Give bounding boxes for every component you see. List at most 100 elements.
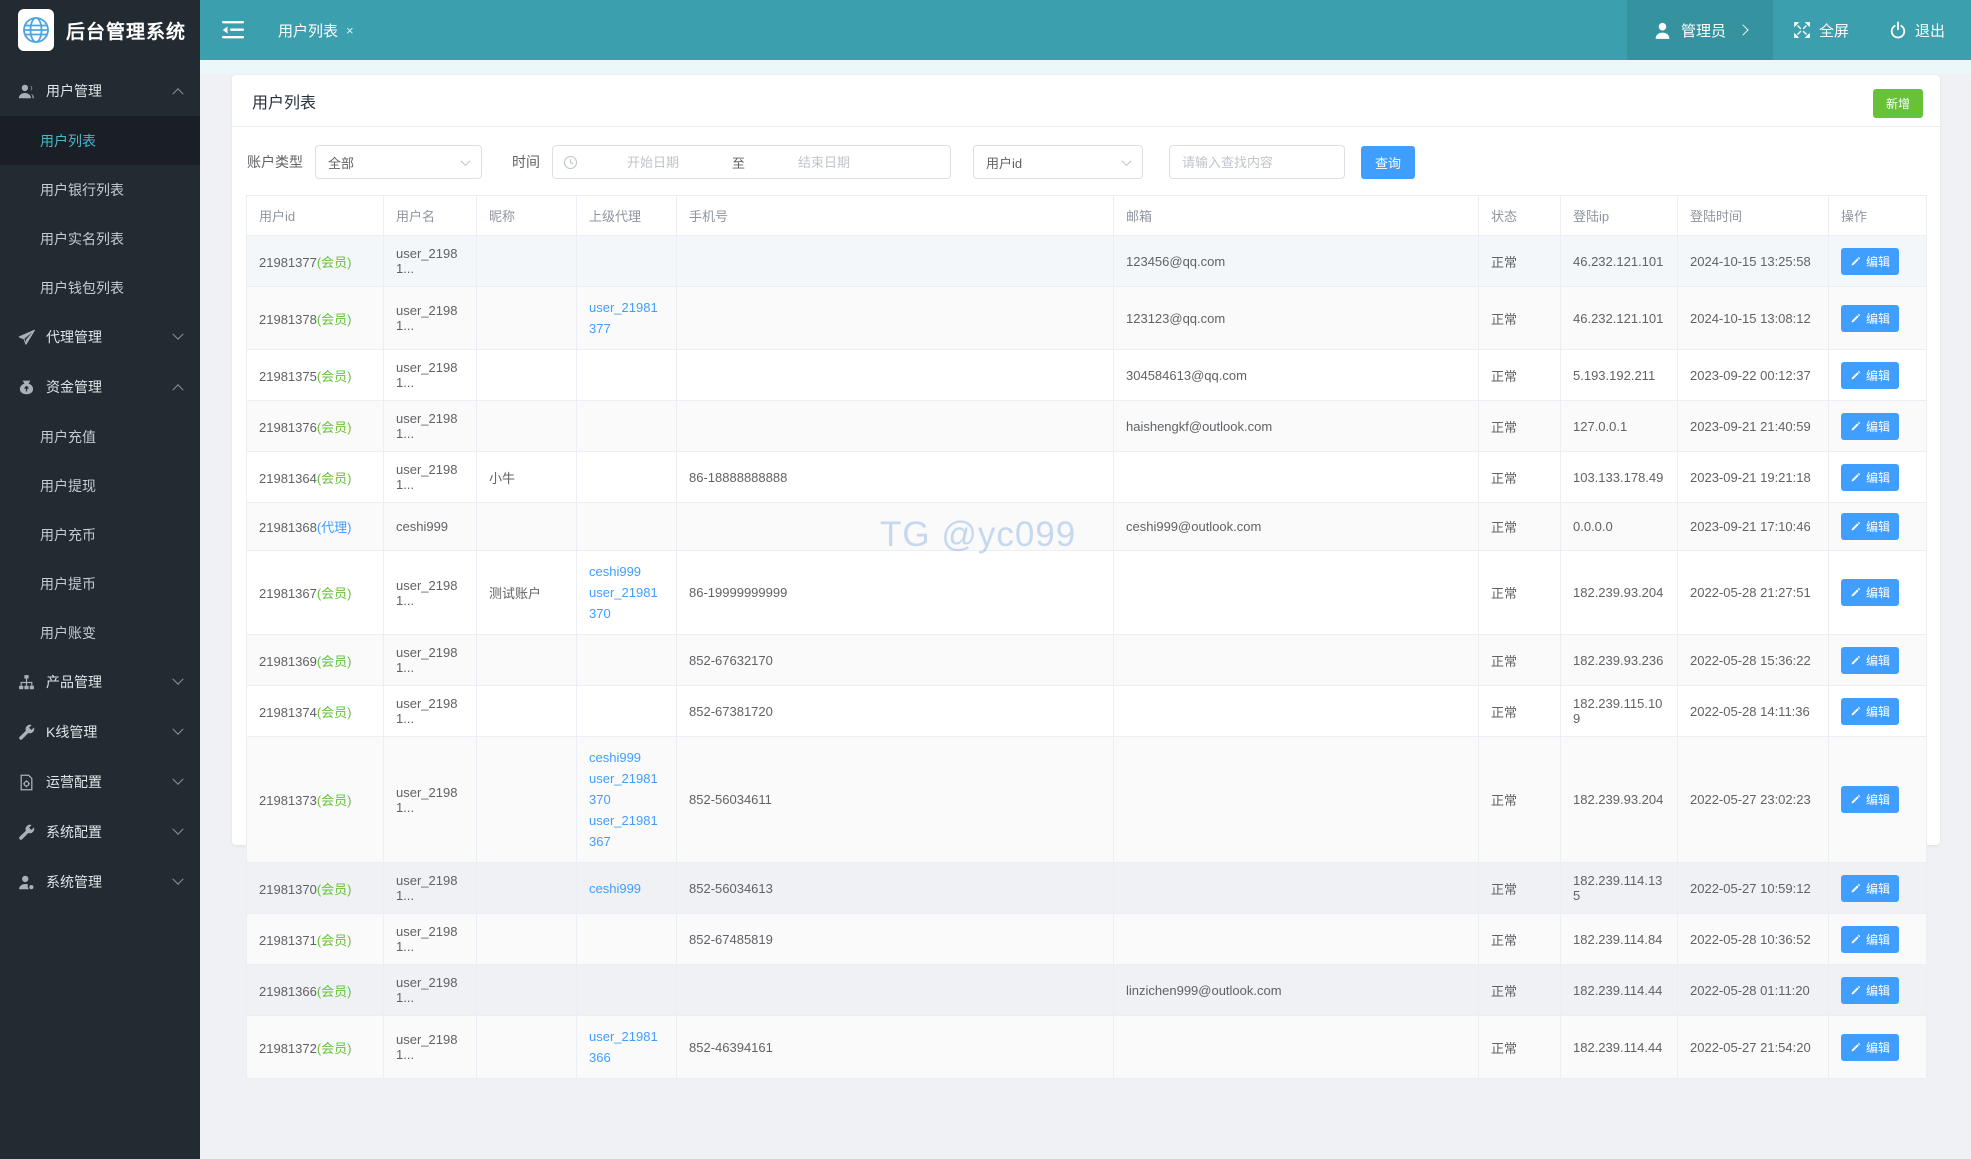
edit-button[interactable]: 编辑 [1841,247,1900,275]
sidebar-item-user-deposit-coin[interactable]: 用户充币 [0,510,200,559]
query-button[interactable]: 查询 [1361,145,1416,179]
globe-logo [18,9,54,51]
agent-link[interactable]: user_21981366 [589,1026,664,1068]
agent-link[interactable]: user_21981367 [589,810,664,852]
edit-button[interactable]: 编辑 [1841,579,1900,606]
fullscreen-button[interactable]: 全屏 [1773,0,1869,60]
start-date-input[interactable] [578,154,728,170]
status-cell: 正常 [1478,736,1561,863]
email-cell: ceshi999@outlook.com [1113,502,1479,551]
admin-menu[interactable]: 管理员 [1626,0,1773,60]
agent-link[interactable]: user_21981370 [589,582,664,624]
date-range-picker[interactable]: 至 [552,145,951,179]
user-id: 21981374 [259,704,317,720]
sidebar-item-user-realname-list[interactable]: 用户实名列表 [0,214,200,263]
agent-link[interactable]: user_21981377 [589,297,664,339]
nickname-cell [476,400,577,452]
paper-plane-icon [18,329,35,346]
login-ip-cell: 182.239.114.135 [1560,862,1678,914]
menu-fold-icon[interactable] [222,20,246,40]
sidebar-item-user-bank-list[interactable]: 用户银行列表 [0,165,200,214]
pencil-icon [1851,587,1861,597]
action-cell: 编辑 [1828,286,1927,350]
edit-button[interactable]: 编辑 [1841,925,1900,953]
sidebar-item-product-management[interactable]: 产品管理 [0,657,200,707]
table-row: 21981378(会员) user_21981... user_21981377… [246,286,1927,350]
sidebar-item-system-management[interactable]: 系统管理 [0,857,200,907]
edit-label: 编辑 [1866,586,1891,600]
edit-button[interactable]: 编辑 [1841,697,1900,725]
sidebar-item-kline-management[interactable]: K线管理 [0,707,200,757]
table-row: 21981367(会员) user_21981... 测试账户 ceshi999… [246,550,1927,635]
login-time-cell: 2023-09-21 19:21:18 [1677,451,1829,503]
nickname-cell [476,235,577,287]
login-time-cell: 2022-05-28 10:36:52 [1677,913,1829,965]
column-header: 登陆时间 [1677,195,1829,236]
sidebar-item-system-config[interactable]: 系统配置 [0,807,200,857]
search-field-value: 用户id [986,155,1023,171]
agent-link[interactable]: ceshi999 [589,878,664,899]
action-cell: 编辑 [1828,634,1927,686]
add-button[interactable]: 新增 [1872,89,1923,118]
pencil-icon [1851,1042,1861,1051]
table-header-row: 用户id 用户名 昵称 上级代理 手机号 邮箱 状态 登陆ip 登陆时间 操作 [246,195,1927,236]
sidebar-subitem-label: 用户列表 [40,132,96,149]
agent-link[interactable]: ceshi999 [589,747,664,768]
user-type-tag: (会员) [316,368,352,384]
agent-link[interactable]: user_21981370 [589,768,664,810]
logout-button[interactable]: 退出 [1869,0,1971,60]
search-input[interactable] [1169,145,1345,179]
sidebar-item-agent-management[interactable]: 代理管理 [0,312,200,362]
email-cell: 123123@qq.com [1113,286,1479,350]
tab-user-list[interactable]: 用户列表 × [278,20,354,41]
account-type-value: 全部 [328,155,355,171]
edit-button[interactable]: 编辑 [1841,976,1900,1004]
search-field-select[interactable]: 用户id [973,145,1143,179]
sidebar-item-operation-config[interactable]: 运营配置 [0,757,200,807]
sidebar-item-user-recharge[interactable]: 用户充值 [0,412,200,461]
pencil-icon [1851,985,1861,994]
edit-button[interactable]: 编辑 [1841,513,1900,540]
edit-button[interactable]: 编辑 [1841,304,1900,332]
edit-button[interactable]: 编辑 [1841,463,1900,491]
login-ip-cell: 103.133.178.49 [1560,451,1678,503]
edit-button[interactable]: 编辑 [1841,874,1900,902]
email-cell [1113,736,1479,863]
chevron-down-icon [172,723,184,735]
edit-label: 编辑 [1866,1040,1891,1055]
edit-button[interactable]: 编辑 [1841,1033,1900,1061]
status-cell: 正常 [1478,400,1561,452]
username-cell: user_21981... [383,685,477,737]
edit-button[interactable]: 编辑 [1841,412,1900,440]
close-icon[interactable]: × [346,23,354,38]
card-header: 用户列表 [232,75,1940,127]
email-cell [1113,913,1479,965]
pencil-icon [1851,472,1861,481]
login-time-cell: 2023-09-21 21:40:59 [1677,400,1829,452]
phone-cell: 852-46394161 [676,1015,1114,1079]
agent-link[interactable]: ceshi999 [589,561,664,582]
edit-button[interactable]: 编辑 [1841,361,1900,389]
login-ip-cell: 182.239.114.84 [1560,913,1678,965]
sidebar-item-funds-management[interactable]: 资金管理 [0,362,200,412]
sidebar-item-user-management[interactable]: 用户管理 [0,66,200,116]
edit-button[interactable]: 编辑 [1841,786,1900,813]
edit-button[interactable]: 编辑 [1841,646,1900,674]
user-id-cell: 21981367(会员) [246,550,384,635]
action-cell: 编辑 [1828,913,1927,965]
sidebar-item-user-withdraw[interactable]: 用户提现 [0,461,200,510]
user-list-card: 用户列表 新增 账户类型 全部 时间 至 用户id [232,75,1940,1079]
end-date-input[interactable] [749,154,900,170]
user-id-cell: 21981370(会员) [246,862,384,914]
sidebar-item-user-account-change[interactable]: 用户账变 [0,608,200,657]
sidebar-item-label: 产品管理 [46,674,102,690]
edit-label: 编辑 [1866,653,1891,668]
phone-cell [676,349,1114,401]
account-type-select[interactable]: 全部 [315,145,482,179]
sidebar-item-user-withdraw-coin[interactable]: 用户提币 [0,559,200,608]
user-id-cell: 21981371(会员) [246,913,384,965]
sidebar-item-user-list[interactable]: 用户列表 [0,116,200,165]
filter-bar: 账户类型 全部 时间 至 用户id 查询 [232,127,1940,195]
column-header: 上级代理 [576,195,677,236]
sidebar-item-user-wallet-list[interactable]: 用户钱包列表 [0,263,200,312]
